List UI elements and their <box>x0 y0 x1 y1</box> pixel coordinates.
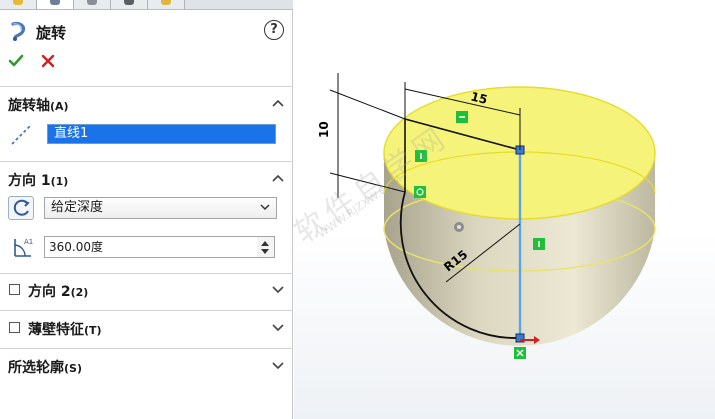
selected-contours-section-title[interactable]: 所选轮廓(S) <box>8 357 82 377</box>
selected-contours-section-label: 所选轮廓 <box>8 360 64 376</box>
svg-text:A1: A1 <box>24 238 33 246</box>
divider <box>0 310 293 311</box>
tab-property-manager[interactable] <box>37 0 74 9</box>
divider <box>0 161 293 162</box>
thin-feature-section-title[interactable]: 薄壁特征(T) <box>28 319 102 339</box>
spin-up-icon[interactable] <box>261 241 269 246</box>
chevron-up-icon[interactable] <box>272 99 284 107</box>
divider <box>0 273 293 274</box>
spin-down-icon[interactable] <box>261 249 269 254</box>
direction2-section-label: 方向 2 <box>28 284 71 300</box>
cancel-x-icon[interactable] <box>40 53 56 69</box>
end-condition-select[interactable]: 给定深度 <box>44 197 277 219</box>
angle-spinner[interactable] <box>257 236 275 258</box>
chevron-up-icon[interactable] <box>272 174 284 182</box>
direction2-section-shortcut: (2) <box>70 286 89 299</box>
divider <box>0 348 293 349</box>
manager-tabs <box>0 0 293 10</box>
dimension-height[interactable]: 10 <box>317 121 331 138</box>
direction1-section-title[interactable]: 方向 1(1) <box>8 170 68 190</box>
angle-input[interactable]: 360.00度 <box>44 236 258 258</box>
chevron-down-icon[interactable] <box>272 362 284 370</box>
end-condition-value: 给定深度 <box>51 200 104 215</box>
direction1-section-label: 方向 1 <box>8 173 51 189</box>
axis-section-shortcut: (A) <box>50 100 69 113</box>
help-icon[interactable]: ? <box>264 20 284 40</box>
axis-line-icon <box>11 125 31 145</box>
ok-check-icon[interactable] <box>8 53 24 69</box>
chevron-down-icon <box>260 204 270 211</box>
thin-feature-section-shortcut: (T) <box>84 324 102 337</box>
direction1-section-shortcut: (1) <box>50 175 69 188</box>
direction2-checkbox[interactable] <box>9 284 20 295</box>
divider <box>0 86 293 87</box>
tab-display-manager[interactable] <box>148 0 185 9</box>
direction2-section-title[interactable]: 方向 2(2) <box>28 281 88 301</box>
chevron-down-icon[interactable] <box>272 324 284 332</box>
tab-feature-manager[interactable] <box>0 0 37 9</box>
feature-title: 旋转 <box>36 24 67 42</box>
chevron-down-icon[interactable] <box>272 286 284 294</box>
feature-header: 旋转 ? <box>8 18 288 44</box>
reverse-direction-icon <box>13 199 30 216</box>
tangent-constraint-icon[interactable] <box>414 186 426 198</box>
reverse-direction-button[interactable] <box>8 196 34 220</box>
tab-configuration-manager[interactable] <box>74 0 111 9</box>
revolve-icon <box>11 21 26 41</box>
axis-section-label: 旋转轴 <box>8 98 50 114</box>
thin-feature-checkbox[interactable] <box>9 322 20 333</box>
tab-dimxpert-manager[interactable] <box>111 0 148 9</box>
selected-contours-section-shortcut: (S) <box>64 362 82 375</box>
axis-selection-field[interactable]: 直线1 <box>47 124 276 144</box>
property-manager-panel: 旋转 ? 旋转轴(A) 直线1 方向 1(1) 给定深度 A1 360.00度 … <box>0 0 293 419</box>
axis-section-title[interactable]: 旋转轴(A) <box>8 95 69 115</box>
angle-icon: A1 <box>14 238 33 257</box>
thin-feature-section-label: 薄壁特征 <box>28 322 84 338</box>
